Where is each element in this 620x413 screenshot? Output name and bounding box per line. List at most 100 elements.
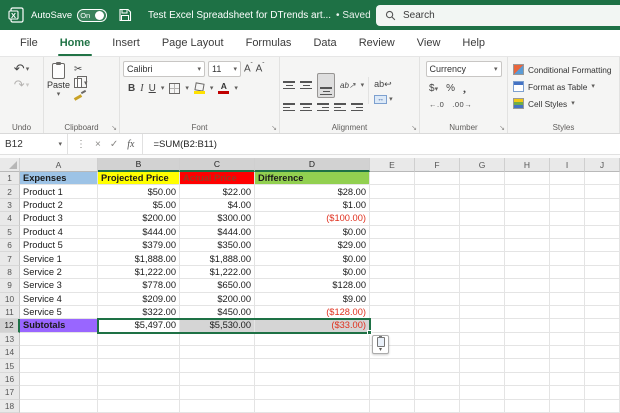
tab-home[interactable]: Home [50, 31, 101, 56]
italic-button[interactable]: I [140, 83, 143, 94]
cell-C8[interactable]: $1,222.00 [180, 266, 255, 279]
cell-A17[interactable] [20, 386, 98, 399]
cell-C15[interactable] [180, 359, 255, 372]
cell-J18[interactable] [585, 400, 620, 413]
cell-F12[interactable] [415, 319, 460, 332]
tab-help[interactable]: Help [452, 31, 495, 56]
autosave-toggle[interactable]: On [77, 9, 107, 22]
center-button[interactable] [300, 103, 312, 111]
accounting-format-button[interactable]: $▾ [429, 83, 438, 94]
cell-I17[interactable] [550, 386, 585, 399]
align-left-button[interactable] [283, 103, 295, 111]
cell-G11[interactable] [460, 306, 505, 319]
cell-H17[interactable] [505, 386, 550, 399]
cell-B18[interactable] [98, 400, 180, 413]
cell-F3[interactable] [415, 199, 460, 212]
more-options-icon[interactable]: ⋮ [76, 139, 86, 150]
cell-B7[interactable]: $1,888.00 [98, 252, 180, 265]
cell-B5[interactable]: $444.00 [98, 226, 180, 239]
number-dialog-launcher-icon[interactable]: ↘ [499, 124, 505, 132]
cell-A6[interactable]: Product 5 [20, 239, 98, 252]
cell-F1[interactable] [415, 172, 460, 185]
cell-F10[interactable] [415, 293, 460, 306]
cell-I5[interactable] [550, 226, 585, 239]
cell-H6[interactable] [505, 239, 550, 252]
cell-I14[interactable] [550, 346, 585, 359]
tab-insert[interactable]: Insert [102, 31, 150, 56]
cell-I15[interactable] [550, 359, 585, 372]
format-as-table-button[interactable]: Format as Table ▾ [513, 78, 595, 95]
cell-G9[interactable] [460, 279, 505, 292]
decrease-font-size-button[interactable]: Aˇ [256, 63, 265, 74]
cell-G8[interactable] [460, 266, 505, 279]
cell-D16[interactable] [255, 373, 370, 386]
cell-H18[interactable] [505, 400, 550, 413]
cell-G13[interactable] [460, 333, 505, 346]
cell-F14[interactable] [415, 346, 460, 359]
cell-E16[interactable] [370, 373, 415, 386]
cell-D10[interactable]: $9.00 [255, 293, 370, 306]
insert-function-button[interactable]: fx [127, 139, 134, 150]
cell-C7[interactable]: $1,888.00 [180, 252, 255, 265]
cell-I9[interactable] [550, 279, 585, 292]
cell-G12[interactable] [460, 319, 505, 332]
top-align-button[interactable] [283, 81, 295, 89]
cell-J7[interactable] [585, 252, 620, 265]
cell-H10[interactable] [505, 293, 550, 306]
row-header-13[interactable]: 13 [0, 333, 20, 346]
cell-J5[interactable] [585, 226, 620, 239]
cell-C16[interactable] [180, 373, 255, 386]
format-painter-button[interactable] [74, 91, 86, 99]
column-header-J[interactable]: J [585, 158, 620, 172]
cell-J14[interactable] [585, 346, 620, 359]
cell-D18[interactable] [255, 400, 370, 413]
row-header-8[interactable]: 8 [0, 266, 20, 279]
column-header-H[interactable]: H [505, 158, 550, 172]
cell-H1[interactable] [505, 172, 550, 185]
cell-D7[interactable]: $0.00 [255, 252, 370, 265]
enter-icon[interactable]: ✓ [110, 139, 118, 150]
cell-E1[interactable] [370, 172, 415, 185]
cell-D12[interactable]: ($33.00) [255, 319, 370, 332]
cell-E4[interactable] [370, 212, 415, 225]
cell-I11[interactable] [550, 306, 585, 319]
cell-A2[interactable]: Product 1 [20, 185, 98, 198]
cell-A10[interactable]: Service 4 [20, 293, 98, 306]
cell-J3[interactable] [585, 199, 620, 212]
merge-center-button[interactable]: ↔ [374, 95, 387, 104]
cell-J12[interactable] [585, 319, 620, 332]
cell-D11[interactable]: ($128.00) [255, 306, 370, 319]
cell-F15[interactable] [415, 359, 460, 372]
row-header-7[interactable]: 7 [0, 252, 20, 265]
paste-button[interactable]: Paste ▾ [47, 62, 70, 98]
cell-D13[interactable] [255, 333, 370, 346]
tab-page-layout[interactable]: Page Layout [152, 31, 234, 56]
row-header-1[interactable]: 1 [0, 172, 20, 185]
cell-B2[interactable]: $50.00 [98, 185, 180, 198]
cell-I10[interactable] [550, 293, 585, 306]
cell-I13[interactable] [550, 333, 585, 346]
row-header-4[interactable]: 4 [0, 212, 20, 225]
save-icon[interactable] [118, 8, 132, 22]
cell-B13[interactable] [98, 333, 180, 346]
cell-A13[interactable] [20, 333, 98, 346]
cell-I6[interactable] [550, 239, 585, 252]
decrease-decimal-button[interactable]: .00→ [452, 100, 472, 109]
cell-H7[interactable] [505, 252, 550, 265]
cell-B12[interactable]: $5,497.00 [98, 319, 180, 332]
cell-J10[interactable] [585, 293, 620, 306]
cell-H16[interactable] [505, 373, 550, 386]
cell-G4[interactable] [460, 212, 505, 225]
cell-H13[interactable] [505, 333, 550, 346]
cell-E15[interactable] [370, 359, 415, 372]
cell-I8[interactable] [550, 266, 585, 279]
cell-I7[interactable] [550, 252, 585, 265]
cell-J17[interactable] [585, 386, 620, 399]
row-header-10[interactable]: 10 [0, 293, 20, 306]
increase-indent-button[interactable] [351, 103, 363, 111]
decrease-indent-button[interactable] [334, 103, 346, 111]
cell-B8[interactable]: $1,222.00 [98, 266, 180, 279]
cell-A12[interactable]: Subtotals [20, 319, 98, 332]
orientation-button[interactable]: ab↗ [340, 81, 356, 90]
percent-style-button[interactable]: % [446, 83, 455, 94]
